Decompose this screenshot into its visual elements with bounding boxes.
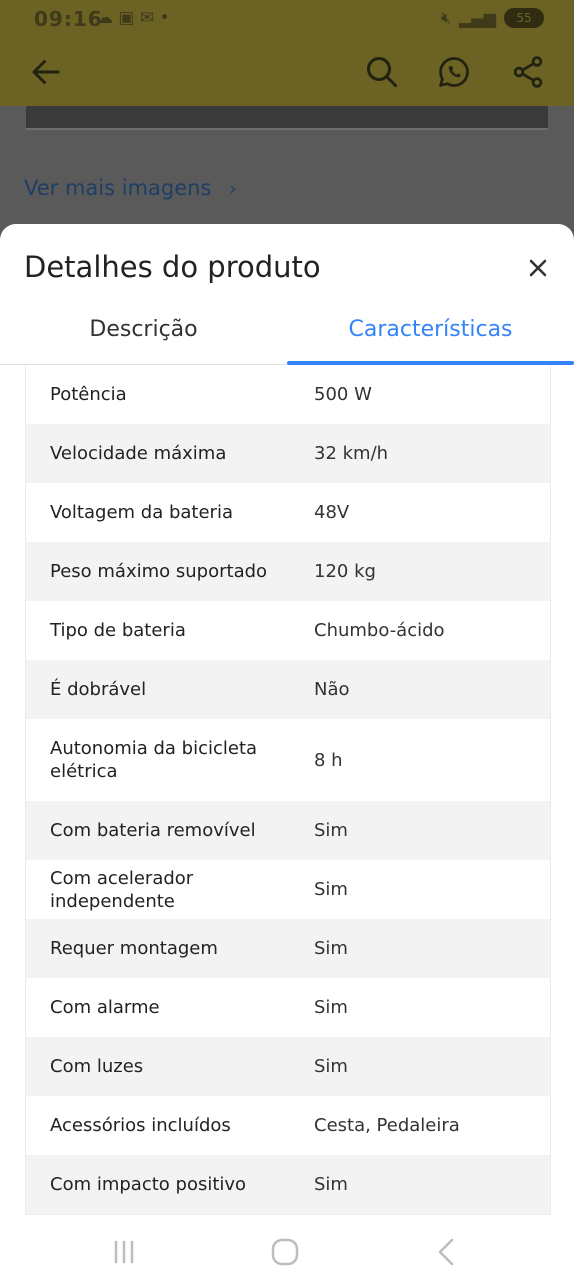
spec-key: Peso máximo suportado: [50, 561, 268, 582]
close-icon[interactable]: [524, 254, 552, 282]
table-row: Requer montagem Sim: [26, 919, 550, 978]
spec-key: Requer montagem: [50, 938, 218, 959]
spec-value: Sim: [314, 938, 348, 959]
tab-caracteristicas[interactable]: Características: [287, 304, 574, 365]
table-row: Velocidade máxima 32 km/h: [26, 424, 550, 483]
spec-key: Com luzes: [50, 1056, 144, 1077]
spec-value: Sim: [314, 1174, 348, 1195]
see-more-images-link[interactable]: Ver mais imagens ›: [24, 176, 237, 200]
spec-value: 8 h: [314, 749, 343, 771]
table-row: Com impacto positivo Sim: [26, 1155, 550, 1214]
table-row: Potência 500 W: [26, 365, 550, 424]
product-image-strip: [26, 106, 548, 130]
table-row: Com luzes Sim: [26, 1037, 550, 1096]
spec-value: 32 km/h: [314, 443, 389, 464]
table-row: Com alarme Sim: [26, 978, 550, 1037]
status-time: 09:16: [34, 7, 103, 31]
spec-key: Potência: [50, 384, 127, 405]
spec-table: Potência 500 W Velocidade máxima 32 km/h V…: [25, 365, 551, 1215]
table-row: Tipo de bateria Chumbo-ácido: [26, 601, 550, 660]
table-row: Peso máximo suportado 120 kg: [26, 542, 550, 601]
chevron-right-icon: ›: [229, 179, 237, 200]
spec-value: Sim: [314, 820, 348, 841]
mute-icon: 🔇︎: [440, 8, 452, 27]
spec-value: Sim: [314, 1056, 348, 1077]
home-icon[interactable]: [265, 1232, 305, 1272]
table-row: Acessórios incluídos Cesta, Pedaleira: [26, 1096, 550, 1155]
spec-value: Chumbo-ácido: [314, 620, 445, 641]
share-icon[interactable]: [510, 54, 546, 90]
back-arrow-icon[interactable]: [28, 54, 64, 90]
spec-value: Sim: [314, 997, 348, 1018]
spec-key: Acessórios incluídos: [50, 1115, 231, 1136]
signal-icon: ▂▄▆: [459, 8, 496, 28]
back-icon[interactable]: [426, 1232, 466, 1272]
table-row: É dobrável Não: [26, 660, 550, 719]
status-right: 🔇︎ ▂▄▆ 55: [441, 8, 544, 28]
spec-key: Com bateria removível: [50, 820, 256, 841]
status-bar: 09:16 ☁ ▣ ✉ • 🔇︎ ▂▄▆ 55: [0, 0, 574, 40]
system-nav-bar: [0, 1224, 574, 1280]
tab-label: Características: [348, 317, 513, 342]
battery-indicator: 55: [504, 8, 544, 28]
search-icon[interactable]: [364, 54, 400, 90]
table-row: Com bateria removível Sim: [26, 801, 550, 860]
spec-value: 120 kg: [314, 561, 376, 582]
spec-key: É dobrável: [50, 679, 147, 700]
spec-key: Autonomia da bicicleta elétrica: [50, 738, 258, 782]
app-bar: [0, 40, 574, 106]
spec-key: Com impacto positivo: [50, 1174, 247, 1195]
spec-key: Velocidade máxima: [50, 443, 227, 464]
spec-key: Voltagem da bateria: [50, 502, 233, 523]
spec-value: Sim: [314, 879, 348, 900]
see-more-label: Ver mais imagens: [24, 176, 212, 200]
spec-key: Com acelerador independente: [50, 867, 194, 912]
spec-value: Cesta, Pedaleira: [314, 1115, 460, 1136]
table-row: Voltagem da bateria 48V: [26, 483, 550, 542]
table-row: Autonomia da bicicleta elétrica 8 h: [26, 719, 550, 801]
table-row: Com acelerador independente Sim: [26, 860, 550, 919]
whatsapp-icon[interactable]: [436, 54, 472, 90]
tab-descricao[interactable]: Descrição: [0, 304, 287, 364]
spec-key: Com alarme: [50, 997, 160, 1018]
spec-value: Não: [314, 679, 350, 700]
tabs: Descrição Características: [0, 304, 574, 365]
notification-icons: ☁ ▣ ✉ •: [96, 8, 170, 28]
spec-value: 48V: [314, 502, 350, 523]
spec-key: Tipo de bateria: [50, 620, 186, 641]
spec-value: 500 W: [314, 384, 372, 405]
tab-label: Descrição: [89, 317, 198, 342]
sheet-title: Detalhes do produto: [24, 250, 321, 284]
product-details-sheet: Detalhes do produto Descrição Caracterís…: [0, 224, 574, 1224]
recents-icon[interactable]: [104, 1232, 144, 1272]
